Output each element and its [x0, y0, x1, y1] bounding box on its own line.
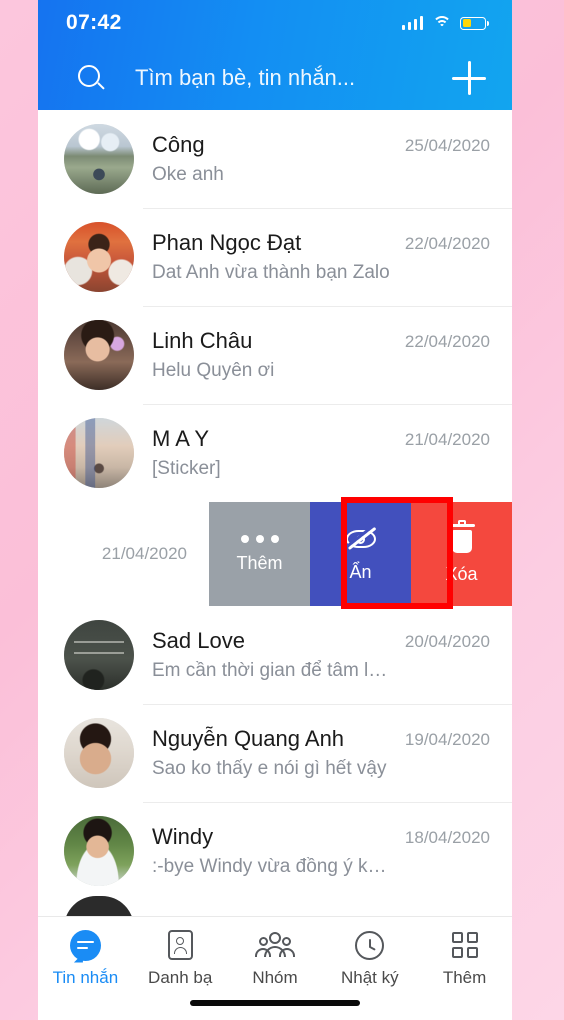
swipe-action-hide[interactable]: Ẩn: [310, 502, 411, 606]
swiped-item-date: 21/04/2020: [101, 544, 187, 563]
tab-diary[interactable]: Nhật ký: [322, 929, 417, 988]
list-item-text: Công Oke anh: [152, 131, 405, 187]
trash-icon: [448, 519, 475, 554]
avatar-may: [64, 418, 134, 488]
group-people-icon: [254, 929, 295, 961]
app-header: 07:42 Tìm bạn bè, tin nhắn...: [38, 0, 512, 110]
clock-icon: [355, 929, 385, 961]
swipe-action-more[interactable]: Thêm: [209, 502, 310, 606]
list-item-message: Sao ko thấy e nói gì hết vậy: [152, 758, 387, 780]
list-item-date: 25/04/2020: [404, 136, 490, 155]
tab-messages-label: Tin nhắn: [52, 968, 119, 987]
tab-contacts[interactable]: Danh bạ: [133, 929, 228, 988]
status-bar: 07:42: [38, 0, 512, 46]
list-item[interactable]: Linh Châu Helu Quyên ơi 22/04/2020: [38, 306, 512, 404]
avatar-phan-ngoc-dat: [64, 222, 134, 292]
list-item[interactable]: Nguyễn Quang Anh Sao ko thấy e nói gì hế…: [38, 704, 512, 802]
swipe-action-delete[interactable]: Xóa: [411, 502, 512, 606]
list-item-date: 21/04/2020: [404, 430, 490, 449]
list-item-text: Phan Ngọc Đạt Dat Anh vừa thành bạn Zalo: [152, 229, 405, 285]
plus-icon[interactable]: [452, 61, 486, 95]
cellular-signal-icon: [401, 16, 423, 30]
list-item-name: Linh Châu: [152, 327, 253, 353]
swipe-action-more-label: Thêm: [236, 552, 283, 573]
tab-messages[interactable]: Tin nhắn: [38, 929, 133, 988]
list-item-message: Dat Anh vừa thành bạn Zalo: [152, 262, 390, 284]
tab-more-label: Thêm: [442, 968, 487, 987]
list-item-name: Phan Ngọc Đạt: [152, 229, 302, 255]
list-item-text: M A Y [Sticker]: [152, 425, 405, 481]
swipe-action-delete-label: Xóa: [445, 563, 478, 584]
tab-more[interactable]: Thêm: [417, 929, 512, 988]
conversation-list: Công Oke anh 25/04/2020 Phan Ngọc Đạt Da…: [38, 110, 512, 900]
avatar-sad-love: [64, 620, 134, 690]
list-item-date: 22/04/2020: [404, 234, 490, 253]
list-item[interactable]: Phan Ngọc Đạt Dat Anh vừa thành bạn Zalo…: [38, 208, 512, 306]
list-item[interactable]: Công Oke anh 25/04/2020: [38, 110, 512, 208]
tab-diary-label: Nhật ký: [340, 968, 399, 987]
list-item-text: Nguyễn Quang Anh Sao ko thấy e nói gì hế…: [152, 725, 405, 781]
list-item-text: Windy :-bye Windy vừa đồng ý kết bạn, gử…: [152, 823, 405, 879]
tab-groups-label: Nhóm: [252, 968, 298, 987]
list-item-text: Sad Love Em cần thời gian để tâm lý ổn. …: [152, 627, 405, 683]
list-item-message: :-bye Windy vừa đồng ý kết bạn, gửi lời …: [152, 856, 393, 878]
list-item-message: Em cần thời gian để tâm lý ổn. C xem có.…: [152, 660, 393, 682]
search-icon: [78, 64, 105, 92]
battery-icon: [460, 16, 489, 30]
list-item-message: [Sticker]: [152, 458, 221, 480]
list-item[interactable]: Sad Love Em cần thời gian để tâm lý ổn. …: [38, 606, 512, 704]
list-item-name: Công: [152, 131, 205, 157]
search-bar[interactable]: Tìm bạn bè, tin nhắn...: [38, 46, 512, 110]
phone-screen: 07:42 Tìm bạn bè, tin nhắn... Công Oke a…: [38, 0, 512, 1020]
swiped-list-item[interactable]: 21/04/2020 Thêm Ẩn Xóa: [38, 502, 512, 606]
list-item-message: Helu Quyên ơi: [152, 360, 275, 382]
wifi-icon: [432, 16, 451, 30]
message-bubble-icon: [69, 929, 101, 961]
swipe-action-hide-label: Ẩn: [349, 561, 372, 582]
list-item-message: Oke anh: [152, 164, 224, 186]
more-dots-icon: [240, 534, 279, 543]
list-item-date: 22/04/2020: [404, 332, 490, 351]
avatar-windy: [64, 816, 134, 886]
eye-slash-icon: [344, 526, 378, 552]
list-item-name: Sad Love: [152, 627, 245, 653]
status-bar-clock: 07:42: [66, 11, 122, 34]
status-bar-icons: [401, 16, 489, 30]
avatar-cong: [64, 124, 134, 194]
contact-card-icon: [167, 929, 193, 961]
list-item[interactable]: M A Y [Sticker] 21/04/2020: [38, 404, 512, 502]
list-item-date: 19/04/2020: [404, 730, 490, 749]
list-item-text: Linh Châu Helu Quyên ơi: [152, 327, 405, 383]
home-indicator[interactable]: [190, 1000, 360, 1006]
list-item-name: M A Y: [152, 425, 210, 451]
list-item-name: Nguyễn Quang Anh: [152, 725, 345, 751]
list-item-date: 18/04/2020: [404, 828, 490, 847]
list-item[interactable]: Windy :-bye Windy vừa đồng ý kết bạn, gử…: [38, 802, 512, 900]
tab-contacts-label: Danh bạ: [148, 968, 213, 987]
avatar-linh-chau: [64, 320, 134, 390]
swiped-item-content[interactable]: 21/04/2020: [38, 502, 209, 606]
tab-groups[interactable]: Nhóm: [228, 929, 323, 988]
search-input[interactable]: Tìm bạn bè, tin nhắn...: [135, 65, 422, 91]
grid-icon: [451, 929, 478, 961]
list-item-date: 20/04/2020: [404, 632, 490, 651]
avatar-nguyen-quang-anh: [64, 718, 134, 788]
list-item-name: Windy: [152, 823, 214, 849]
